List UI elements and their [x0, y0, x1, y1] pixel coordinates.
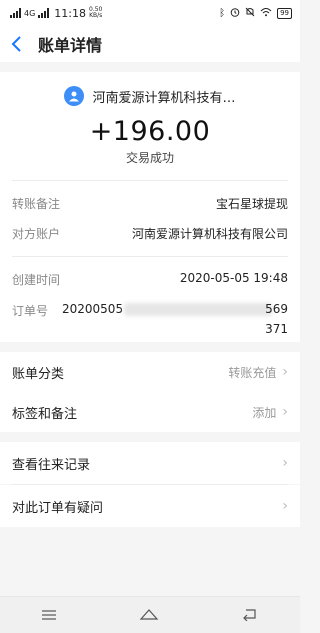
redacted-area: [124, 303, 272, 316]
clock: 11:18: [54, 6, 86, 20]
battery-icon: 99: [277, 7, 292, 19]
user-icon: [69, 91, 80, 102]
chevron-right-icon: ›: [282, 455, 288, 471]
detail-row-remark: 转账备注 宝石星球提现: [0, 195, 300, 212]
list-group-2: 查看往来记录 › 对此订单有疑问 ›: [0, 442, 300, 527]
detail-row-account: 对方账户 河南爱源计算机科技有限公司: [0, 225, 300, 242]
list-item-label: 对此订单有疑问: [12, 500, 104, 516]
detail-label: 订单号: [12, 304, 49, 318]
detail-row-order-number: 订单号 20200505 569 371: [0, 302, 300, 342]
net-speed: 0.50 KB/s: [89, 6, 103, 19]
order-number: 20200505 569 371: [62, 302, 288, 342]
back-button[interactable]: [10, 33, 32, 55]
chevron-right-icon: ›: [282, 364, 288, 380]
detail-label: 转账备注: [12, 197, 61, 211]
detail-value: 河南爱源计算机科技有限公司: [131, 227, 288, 241]
order-suffix-1: 569: [265, 302, 288, 316]
chevron-right-icon: ›: [282, 404, 288, 420]
detail-label: 创建时间: [12, 273, 61, 287]
bill-category-row[interactable]: 账单分类 转账充值 ›: [0, 352, 300, 392]
merchant-name: 河南爱源计算机科技有…: [92, 90, 236, 106]
signal-icon: [10, 8, 21, 18]
wifi-icon: [260, 7, 272, 20]
signal-icon-2: [38, 8, 50, 18]
chevron-right-icon: ›: [282, 498, 288, 514]
menu-icon[interactable]: [41, 606, 57, 625]
home-icon[interactable]: [139, 606, 159, 625]
amount: +196.00: [89, 116, 211, 147]
view-history-row[interactable]: 查看往来记录 ›: [0, 442, 300, 484]
bluetooth-icon: ᛒ: [219, 7, 226, 19]
network-type: 4G: [24, 8, 36, 18]
title-bar: 账单详情: [0, 26, 300, 62]
transaction-status: 交易成功: [125, 151, 174, 165]
status-bar: 4G 11:18 0.50 KB/s ᛒ 99: [0, 0, 300, 26]
order-prefix: 20200505: [62, 302, 124, 316]
list-item-label: 账单分类: [12, 366, 65, 382]
list-group-1: 账单分类 转账充值 › 标签和备注 添加 ›: [0, 352, 300, 432]
merchant-row: 河南爱源计算机科技有…: [0, 86, 300, 106]
page-title: 账单详情: [38, 36, 103, 55]
detail-label: 对方账户: [12, 227, 61, 241]
mute-icon: [245, 7, 255, 20]
back-nav-icon[interactable]: [241, 606, 259, 625]
list-item-value: 转账充值: [228, 365, 277, 380]
order-suffix-2: 371: [265, 322, 288, 336]
list-item-label: 查看往来记录: [12, 457, 91, 473]
detail-value: 2020-05-05 19:48: [179, 271, 288, 285]
order-question-row[interactable]: 对此订单有疑问 ›: [0, 485, 300, 527]
detail-value: 宝石星球提现: [215, 197, 288, 211]
avatar: [64, 86, 85, 106]
bill-card: 河南爱源计算机科技有… +196.00 交易成功 转账备注 宝石星球提现 对方账…: [0, 72, 300, 342]
alarm-icon: [230, 7, 240, 20]
list-item-label: 标签和备注: [12, 406, 78, 422]
tags-notes-row[interactable]: 标签和备注 添加 ›: [0, 392, 300, 432]
back-arrow-icon: [11, 36, 21, 52]
detail-row-created: 创建时间 2020-05-05 19:48: [0, 271, 300, 288]
system-nav-bar: [0, 596, 300, 633]
list-item-value: 添加: [252, 405, 277, 420]
